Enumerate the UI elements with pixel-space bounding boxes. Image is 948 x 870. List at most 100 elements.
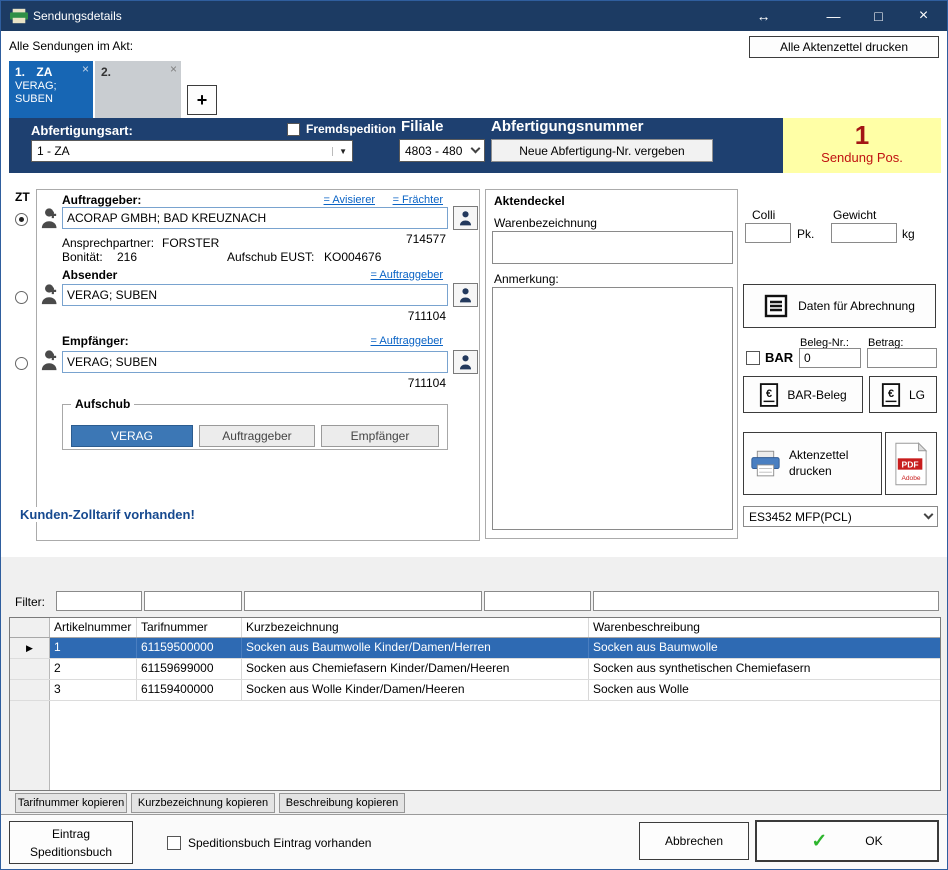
pdf-export-button[interactable]: PDF Adobe <box>885 432 937 495</box>
header-tarifnummer[interactable]: Tarifnummer <box>137 618 242 637</box>
filter-input-1[interactable] <box>56 591 142 611</box>
empfaenger-number: 711104 <box>408 376 446 390</box>
empfaenger-input[interactable] <box>62 351 448 373</box>
daten-fuer-abrechnung-button[interactable]: Daten für Abrechnung <box>743 284 936 328</box>
table-row[interactable]: 3 61159400000 Socken aus Wolle Kinder/Da… <box>10 680 940 701</box>
anmerkung-textarea[interactable] <box>492 287 733 530</box>
add-person-icon[interactable] <box>40 348 62 372</box>
kurzbezeichnung-kopieren-button[interactable]: Kurzbezeichnung kopieren <box>131 793 275 813</box>
abbrechen-button[interactable]: Abbrechen <box>639 822 749 860</box>
filter-input-warenbeschreibung[interactable] <box>593 591 939 611</box>
tab-sendung-1[interactable]: 1. ZA × VERAG; SUBEN <box>9 61 93 118</box>
minimize-icon[interactable]: — <box>811 1 856 31</box>
printer-select[interactable]: ES3452 MFP(PCL) <box>743 506 938 527</box>
person-icon <box>458 287 473 303</box>
person-icon <box>458 354 473 370</box>
cell-artikelnummer: 2 <box>50 659 137 679</box>
auftraggeber-radio[interactable] <box>15 213 28 226</box>
filter-input-tarifnummer[interactable] <box>244 591 482 611</box>
filter-input-artikelnummer[interactable] <box>144 591 242 611</box>
header-selector-cell <box>10 618 50 637</box>
speditionsbuch-checkbox-label: Speditionsbuch Eintrag vorhanden <box>188 836 371 850</box>
abfertigungsart-select[interactable]: 1 - ZA ▼ <box>31 140 353 162</box>
person-icon <box>458 210 473 226</box>
auftraggeber-lookup-button[interactable] <box>453 206 478 230</box>
tarifnummer-kopieren-button[interactable]: Tarifnummer kopieren <box>15 793 127 813</box>
cell-tarifnummer: 61159400000 <box>137 680 242 700</box>
add-person-icon[interactable] <box>40 206 62 230</box>
absender-lookup-button[interactable] <box>453 283 478 307</box>
absender-label: Absender <box>62 268 117 282</box>
gewicht-label: Gewicht <box>833 208 876 222</box>
table-row[interactable]: ▶ 1 61159500000 Socken aus Baumwolle Kin… <box>10 638 940 659</box>
lg-button[interactable]: € LG <box>869 376 937 413</box>
absender-radio[interactable] <box>15 291 28 304</box>
avisierer-link[interactable]: = Avisierer <box>324 194 375 206</box>
aufschub-auftraggeber-button[interactable]: Auftraggeber <box>199 425 315 447</box>
close-tab2-icon[interactable]: × <box>170 62 177 76</box>
speditionsbuch-checkbox[interactable]: Speditionsbuch Eintrag vorhanden <box>167 836 371 850</box>
aktenzettel-drucken-button[interactable]: Aktenzettel drucken <box>743 432 882 495</box>
beleg-nr-input[interactable] <box>799 348 861 368</box>
auftraggeber-input[interactable] <box>62 207 448 229</box>
alle-aktenzettel-drucken-button[interactable]: Alle Aktenzettel drucken <box>749 36 939 58</box>
auftraggeber-label: Auftraggeber: <box>62 193 141 207</box>
cell-warenbeschreibung: Socken aus Baumwolle <box>589 638 940 658</box>
filter-input-kurzbezeichnung[interactable] <box>484 591 591 611</box>
pdf-icon: PDF Adobe <box>894 442 928 486</box>
fremdspedition-checkbox-box[interactable] <box>287 123 300 136</box>
restore-size-icon[interactable]: ↔ <box>741 1 786 31</box>
tab-sendung-2[interactable]: 2. × <box>95 61 181 118</box>
empfaenger-radio[interactable] <box>15 357 28 370</box>
bar-beleg-button[interactable]: € BAR-Beleg <box>743 376 863 413</box>
colli-input[interactable] <box>745 223 791 243</box>
filiale-select[interactable]: 4803 - 480 <box>399 139 485 162</box>
ok-button[interactable]: ✓ OK <box>755 820 939 862</box>
add-tab-button[interactable]: + <box>187 85 217 115</box>
tab1-subline-1: VERAG; <box>9 80 93 93</box>
header-warenbeschreibung[interactable]: Warenbeschreibung <box>589 618 940 637</box>
euro-glyph: € <box>766 387 772 399</box>
title-bar: Sendungsdetails ↔ — □ × <box>1 1 947 31</box>
abfertigungsart-value: 1 - ZA <box>37 144 70 158</box>
gewicht-input[interactable] <box>831 223 897 243</box>
bar-label: BAR <box>765 350 793 365</box>
aufschub-verag-button[interactable]: VERAG <box>71 425 193 447</box>
table-header-row: Artikelnummer Tarifnummer Kurzbezeichnun… <box>10 618 940 638</box>
bar-beleg-label: BAR-Beleg <box>787 388 846 402</box>
fraechter-link[interactable]: = Frächter <box>393 194 443 206</box>
close-icon[interactable]: × <box>901 1 946 31</box>
chevron-down-icon <box>924 510 934 520</box>
footer-bar: Eintrag Speditionsbuch Speditionsbuch Ei… <box>1 814 948 870</box>
empfaenger-auftraggeber-link[interactable]: = Auftraggeber <box>371 335 443 347</box>
bar-checkbox-box[interactable] <box>746 351 760 365</box>
aufschub-empfaenger-button[interactable]: Empfänger <box>321 425 439 447</box>
absender-input[interactable] <box>62 284 448 306</box>
table-row[interactable]: 2 61159699000 Socken aus Chemiefasern Ki… <box>10 659 940 680</box>
betrag-input[interactable] <box>867 348 937 368</box>
colli-label: Colli <box>752 208 775 222</box>
close-tab1-icon[interactable]: × <box>82 62 89 76</box>
beschreibung-kopieren-button[interactable]: Beschreibung kopieren <box>279 793 405 813</box>
add-person-icon[interactable] <box>40 282 62 306</box>
empfaenger-lookup-button[interactable] <box>453 350 478 374</box>
sendungsdetails-window: Sendungsdetails ↔ — □ × Alle Sendungen i… <box>0 0 948 870</box>
sendung-pos-count: 1 <box>783 120 941 150</box>
speditionsbuch-checkbox-box[interactable] <box>167 836 181 850</box>
neue-abfertigungsnr-button[interactable]: Neue Abfertigung-Nr. vergeben <box>491 139 713 162</box>
abfertigungsart-label: Abfertigungsart: <box>31 123 133 138</box>
aktendeckel-title: Aktendeckel <box>494 194 565 208</box>
printer-value: ES3452 MFP(PCL) <box>749 510 852 524</box>
header-artikelnummer[interactable]: Artikelnummer <box>50 618 137 637</box>
aufschub-eust-value: KO004676 <box>324 250 381 264</box>
warenbezeichnung-input[interactable] <box>492 231 733 264</box>
fremdspedition-checkbox[interactable]: Fremdspedition <box>287 122 396 136</box>
sendung-pos-panel: 1 Sendung Pos. <box>783 118 941 173</box>
eintrag-speditionsbuch-button[interactable]: Eintrag Speditionsbuch <box>9 821 133 864</box>
kunden-zolltarif-hint: Kunden-Zolltarif vorhanden! <box>17 507 198 522</box>
absender-auftraggeber-link[interactable]: = Auftraggeber <box>371 269 443 281</box>
bar-checkbox[interactable]: BAR <box>746 350 793 365</box>
header-kurzbezeichnung[interactable]: Kurzbezeichnung <box>242 618 589 637</box>
maximize-icon[interactable]: □ <box>856 1 901 31</box>
euro-document-icon: € <box>759 383 779 407</box>
